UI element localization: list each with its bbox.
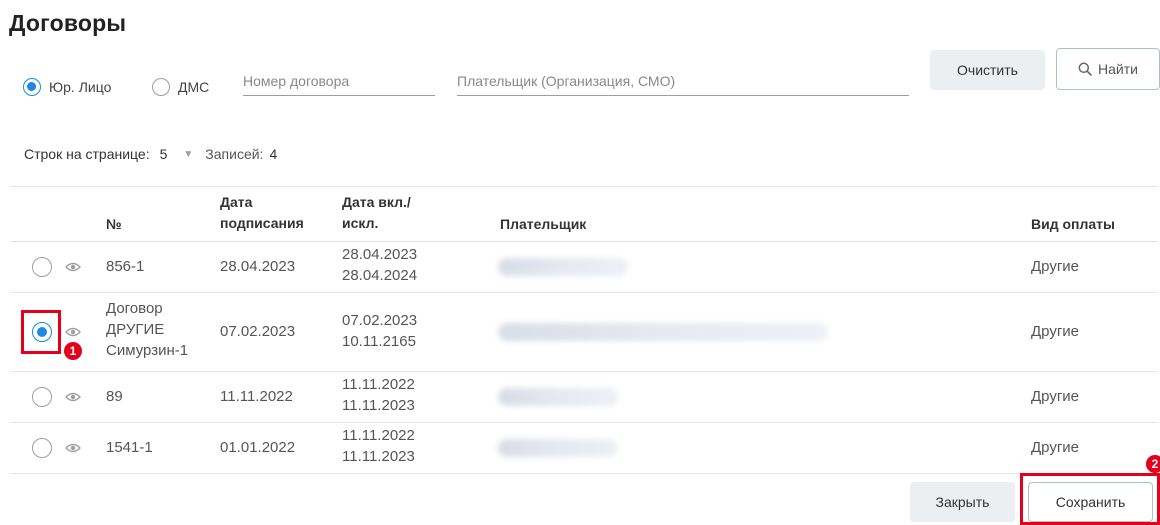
eye-icon[interactable] (65, 391, 81, 403)
contract-number-line: Договор (106, 300, 163, 317)
table-header: № Дата подписания Дата вкл./ искл. Плате… (10, 186, 1158, 242)
payment-type: Другие (1031, 323, 1080, 340)
search-icon (1078, 62, 1092, 76)
contract-number-line: ДРУГИЕ (106, 321, 165, 338)
pagination-bar: Строк на странице: 5 ▼ Записей: 4 (24, 146, 277, 162)
header-incl-date-line1: Дата вкл./ (342, 194, 411, 210)
rows-per-page-select[interactable]: 5 (160, 146, 168, 162)
table-row[interactable]: 1541-1 01.01.2022 11.11.2022 11.11.2023 … (10, 423, 1158, 474)
incl-date: 07.02.2023 (342, 312, 418, 329)
contract-number: 856-1 (106, 258, 145, 275)
payment-type: Другие (1031, 439, 1080, 456)
close-button[interactable]: Закрыть (910, 482, 1015, 522)
header-payment-type: Вид оплаты (1031, 216, 1115, 232)
rows-per-page-label: Строк на странице: (24, 146, 150, 162)
contracts-table: № Дата подписания Дата вкл./ искл. Плате… (10, 186, 1158, 474)
eye-icon[interactable] (65, 326, 81, 338)
header-sign-date-line2: подписания (220, 215, 304, 231)
incl-excl-dates: 11.11.2022 11.11.2023 (342, 425, 415, 467)
radio-legal-entity[interactable]: Юр. Лицо (23, 78, 111, 96)
row-select-radio[interactable] (32, 387, 52, 407)
contract-number: 89 (106, 388, 123, 405)
incl-excl-dates: 11.11.2022 11.11.2023 (342, 374, 415, 416)
row-select-radio[interactable] (32, 257, 52, 277)
excl-date: 10.11.2165 (342, 333, 416, 350)
contract-number-input[interactable]: Номер договора (243, 73, 435, 96)
eye-icon[interactable] (65, 442, 81, 454)
incl-date: 11.11.2022 (342, 376, 415, 393)
payer-redacted (498, 258, 628, 276)
excl-date: 28.04.2024 (342, 267, 418, 284)
contract-number-line: Симурзин-1 (106, 342, 189, 359)
payer-redacted (498, 439, 618, 457)
radio-dms-label: ДМС (178, 79, 210, 95)
sign-date: 28.04.2023 (220, 258, 296, 275)
header-number: № (106, 216, 122, 232)
payer-redacted (498, 388, 618, 406)
header-payer: Плательщик (500, 216, 587, 232)
header-sign-date: Дата подписания (220, 192, 304, 234)
contract-number: Договор ДРУГИЕ Симурзин-1 (106, 298, 188, 361)
payment-type: Другие (1031, 388, 1080, 405)
excl-date: 11.11.2023 (342, 448, 415, 465)
table-row[interactable]: 89 11.11.2022 11.11.2022 11.11.2023 Друг… (10, 372, 1158, 423)
sign-date: 01.01.2022 (220, 439, 296, 456)
table-row[interactable]: Договор ДРУГИЕ Симурзин-1 07.02.2023 07.… (10, 293, 1158, 372)
payer-input[interactable]: Плательщик (Организация, СМО) (457, 73, 909, 96)
chevron-down-icon[interactable]: ▼ (183, 149, 193, 160)
contract-number: 1541-1 (106, 439, 153, 456)
table-row[interactable]: 856-1 28.04.2023 28.04.2023 28.04.2024 Д… (10, 242, 1158, 293)
radio-legal-entity-control[interactable] (23, 78, 41, 96)
step-badge-2: 2 (1146, 455, 1160, 473)
highlight-box-radio (21, 310, 61, 354)
highlight-box-save (1020, 473, 1160, 525)
eye-icon[interactable] (65, 261, 81, 273)
header-sign-date-line1: Дата (220, 194, 253, 210)
incl-date: 11.11.2022 (342, 427, 415, 444)
step-badge-1: 1 (64, 342, 82, 360)
header-incl-date-line2: искл. (342, 215, 379, 231)
incl-excl-dates: 28.04.2023 28.04.2024 (342, 244, 417, 286)
sign-date: 11.11.2022 (220, 388, 293, 405)
radio-dms[interactable]: ДМС (152, 78, 209, 96)
sign-date: 07.02.2023 (220, 323, 296, 340)
payer-redacted (498, 323, 828, 341)
records-label: Записей: (205, 146, 264, 162)
page-title: Договоры (9, 10, 127, 36)
radio-legal-entity-label: Юр. Лицо (49, 79, 112, 95)
radio-dms-control[interactable] (152, 78, 170, 96)
find-button[interactable]: Найти (1056, 48, 1160, 90)
clear-button[interactable]: Очистить (930, 50, 1045, 90)
row-select-radio[interactable] (32, 438, 52, 458)
payment-type: Другие (1031, 258, 1080, 275)
incl-excl-dates: 07.02.2023 10.11.2165 (342, 310, 417, 352)
excl-date: 11.11.2023 (342, 397, 415, 414)
incl-date: 28.04.2023 (342, 246, 418, 263)
records-count: 4 (269, 146, 278, 162)
find-button-label: Найти (1098, 61, 1138, 77)
header-incl-date: Дата вкл./ искл. (342, 192, 411, 234)
